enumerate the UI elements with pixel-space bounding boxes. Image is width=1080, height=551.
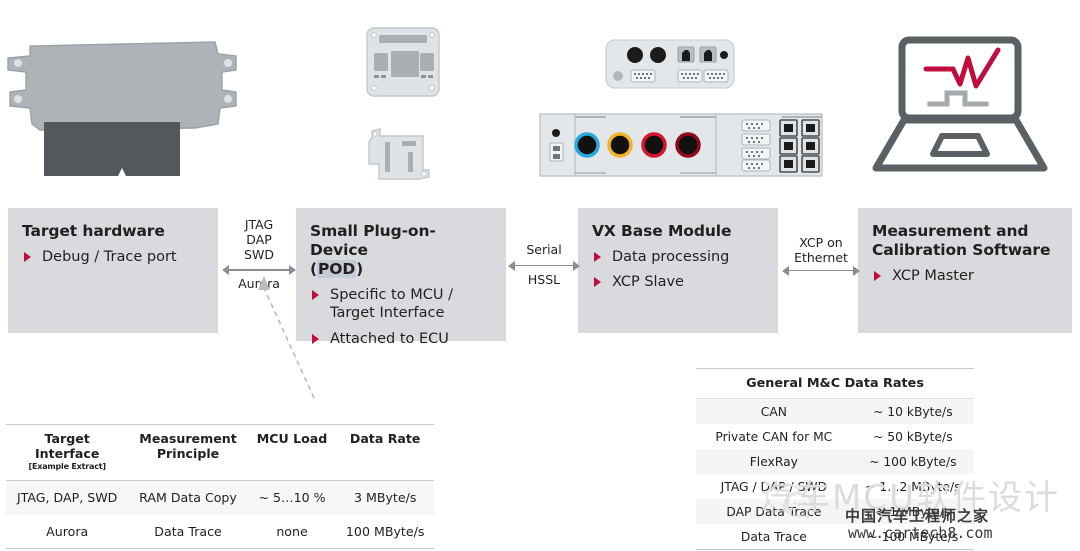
table-header-row: Target Interface [Example Extract] Measu… [6, 424, 434, 481]
connector-pod-to-vx-bottom-label: HSSL [527, 271, 561, 287]
panel-title-vx-base-module: VX Base Module [592, 222, 732, 240]
th-data-rate: Data Rate [349, 431, 421, 446]
table-caption-row: General M&C Data Rates [696, 368, 974, 399]
panel-title-pod-paren-close: ) [356, 259, 364, 278]
connector-pod-to-vx: Serial HSSL [508, 242, 580, 288]
panel-title-mc-line2: Calibration Software [872, 240, 1051, 259]
table-row: Private CAN for MC ~ 50 kByte/s [696, 424, 974, 449]
cell-principle: RAM Data Copy [139, 489, 237, 505]
ecu-housing-image [0, 28, 240, 178]
panel-target-hardware: Target hardware Debug / Trace port [8, 208, 218, 333]
bullet-xcp-master: XCP Master [872, 267, 1058, 286]
laptop-icon [868, 28, 1068, 188]
table-row: FlexRay ~ 100 kByte/s [696, 449, 974, 474]
table-row: CAN ~ 10 kByte/s [696, 398, 974, 424]
cell-interface: JTAG, DAP, SWD [16, 489, 118, 505]
target-interface-table: Target Interface [Example Extract] Measu… [6, 424, 434, 549]
th-mcu-load: MCU Load [256, 431, 328, 446]
cell-load: ~ 5…10 % [258, 489, 326, 505]
panel-title-pod-line1: Small Plug-on-Device [310, 222, 436, 259]
panel-title-mc-software: Measurement and Calibration Software [872, 222, 1058, 260]
table-row: Aurora Data Trace none 100 MByte/s [6, 515, 434, 549]
cell-bus-rate: ~ 50 kByte/s [873, 429, 953, 444]
panel-bullets-vx-base-module: Data processing XCP Slave [592, 248, 764, 292]
aurora-callout-pointer [222, 268, 342, 428]
connector-vx-to-software-top-label: XCP on [799, 235, 843, 250]
connector-vx-to-software-bottom-label: Ethernet [794, 249, 848, 265]
cell-load: none [276, 523, 308, 539]
panel-bullets-target-hardware: Debug / Trace port [22, 248, 204, 267]
vx-base-module-image [530, 28, 830, 198]
cell-rate: 3 MByte/s [353, 489, 417, 505]
table-row: DAP Data Trace ~ 1 MByte/s [696, 499, 974, 524]
table-row: JTAG / DAP / SWD ~ 1…2 MByte/s [696, 474, 974, 499]
cell-rate: 100 MByte/s [345, 523, 425, 539]
th-target-interface-line1: Target [44, 431, 90, 446]
panel-vx-base-module: VX Base Module Data processing XCP Slave [578, 208, 778, 333]
th-measurement-principle-line2: Principle [156, 446, 220, 462]
connector-target-to-pod-top-label: JTAG DAP SWD [244, 217, 274, 262]
cell-bus-name: FlexRay [696, 449, 852, 474]
cell-bus-rate: ~ 10 kByte/s [851, 398, 974, 424]
double-arrow-icon [782, 265, 860, 277]
th-measurement-principle-line1: Measurement [139, 431, 237, 446]
th-target-interface-note: [Example Extract] [28, 462, 107, 472]
panel-measurement-calibration-software: Measurement and Calibration Software XCP… [858, 208, 1072, 333]
cell-interface: Aurora [46, 523, 89, 539]
table-row: JTAG, DAP, SWD RAM Data Copy ~ 5…10 % 3 … [6, 480, 434, 515]
pod-board-image [355, 24, 455, 194]
table-row: Data Trace ~ 100 MByte/s [696, 524, 974, 550]
panel-title-target-hardware: Target hardware [22, 222, 165, 240]
cell-bus-name: Private CAN for MC [715, 429, 833, 444]
connector-vx-to-software: XCP on Ethernet [782, 235, 860, 278]
diagram-canvas: Target hardware Debug / Trace port Small… [0, 0, 1080, 551]
bullet-xcp-slave: XCP Slave [592, 273, 764, 292]
th-target-interface-line2: Interface [34, 446, 100, 462]
cell-bus-name: JTAG / DAP / SWD [720, 479, 827, 494]
cell-bus-rate: ~ 100 MByte/s [851, 524, 974, 550]
panel-bullets-mc-software: XCP Master [872, 267, 1058, 286]
table-caption-general-data-rates: General M&C Data Rates [696, 368, 974, 399]
double-arrow-icon [508, 260, 580, 272]
cell-principle: Data Trace [154, 523, 222, 539]
panel-title-mc-line1: Measurement and [872, 222, 1029, 240]
cell-bus-rate: ~ 1…2 MByte/s [865, 479, 961, 494]
general-data-rates-table: General M&C Data Rates CAN ~ 10 kByte/s … [696, 368, 974, 550]
th-measurement-principle: Measurement Principle [128, 425, 247, 481]
cell-bus-rate: ~ 1 MByte/s [851, 499, 974, 524]
cell-bus-name: Data Trace [696, 524, 852, 550]
bullet-data-processing: Data processing [592, 248, 764, 267]
connector-pod-to-vx-top-label: Serial [526, 242, 562, 257]
cell-bus-name: DAP Data Trace [696, 499, 852, 524]
cell-bus-name: CAN [696, 398, 852, 424]
th-target-interface: Target Interface [Example Extract] [6, 425, 128, 481]
cell-bus-rate: ~ 100 kByte/s [851, 449, 974, 474]
bullet-debug-trace-port: Debug / Trace port [22, 248, 204, 267]
